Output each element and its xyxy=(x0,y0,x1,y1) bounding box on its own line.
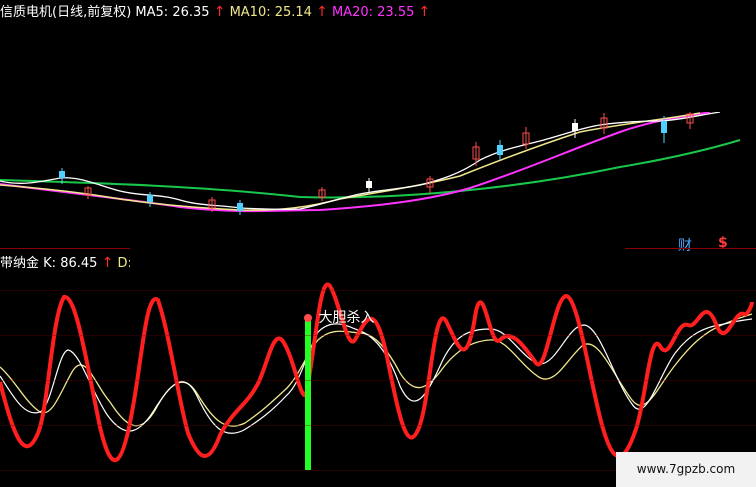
k-line xyxy=(0,282,754,463)
k-up-arrow: ↑ xyxy=(101,255,114,271)
price-header: 信质电机(日线,前复权) MA5: 26.35 ↑ MA10: 25.14 ↑ … xyxy=(0,4,430,21)
buy-annotation-text: 大胆杀入 xyxy=(318,310,375,326)
mid-mask xyxy=(130,215,625,272)
ma5-label: MA5: xyxy=(135,5,169,20)
finance-icon[interactable]: 财 xyxy=(678,235,692,255)
ma5-value: 26.35 xyxy=(172,5,210,20)
ma5-up-arrow: ↑ xyxy=(213,4,226,20)
stock-title: 信质电机(日线,前复权) xyxy=(0,5,132,20)
ma10-label: MA10: xyxy=(229,5,271,20)
watermark: www.7gpzb.com xyxy=(616,452,756,487)
buy-annotation: 大胆杀入 xyxy=(304,307,374,327)
indicator-name: 带纳金 xyxy=(0,256,40,271)
top-right-mask xyxy=(428,0,756,112)
kdj-panel xyxy=(0,282,754,470)
indicator-header: 带纳金 K: 86.45 ↑ D: xyxy=(0,255,132,272)
ma10-value: 25.14 xyxy=(274,5,312,20)
ma20-value: 23.55 xyxy=(377,5,415,20)
buy-signal-bar xyxy=(305,318,311,470)
candles xyxy=(59,111,694,216)
ma20-label: MA20: xyxy=(331,5,373,20)
k-value: 86.45 xyxy=(60,256,98,271)
ma10-line xyxy=(0,112,701,211)
price-panel xyxy=(0,111,741,216)
annotation-marker-icon xyxy=(304,314,312,322)
ma10-up-arrow: ↑ xyxy=(316,4,328,20)
k-label: K: xyxy=(43,256,57,271)
